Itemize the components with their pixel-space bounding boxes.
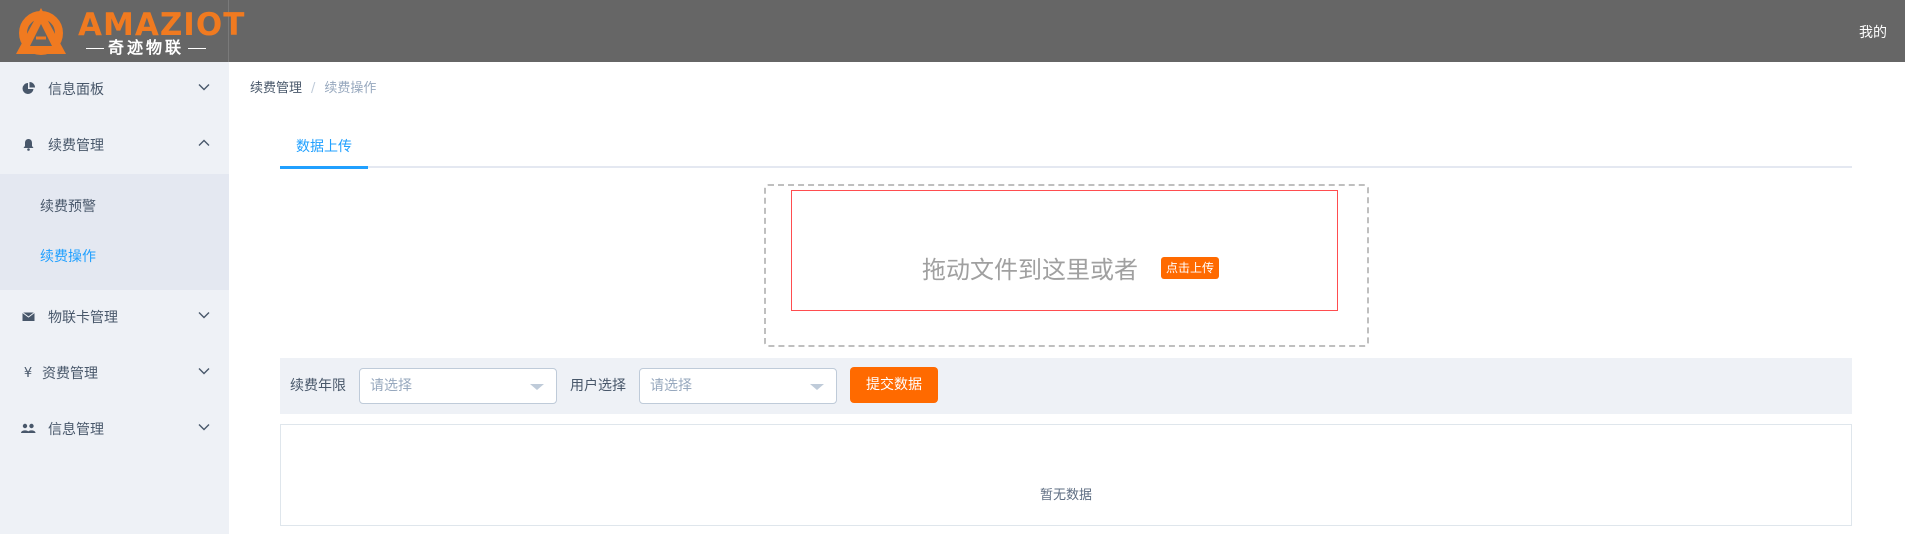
user-select[interactable]: 请选择 bbox=[639, 368, 837, 404]
brand-subtitle-text: 奇迹物联 bbox=[107, 38, 184, 57]
sidebar-item-renewal[interactable]: 续费管理 bbox=[0, 118, 229, 174]
sidebar-item-iot-cards[interactable]: 物联卡管理 bbox=[0, 290, 229, 346]
brand-name: AMAZIOT bbox=[78, 7, 246, 43]
logo[interactable]: AMAZIOT 奇迹物联 bbox=[0, 0, 244, 62]
sidebar-item-label: 信息面板 bbox=[48, 82, 104, 98]
yen-icon: ¥ bbox=[23, 366, 33, 381]
caret-down-icon bbox=[530, 384, 544, 390]
sidebar-item-label: 物联卡管理 bbox=[48, 310, 118, 326]
users-icon bbox=[20, 422, 36, 438]
filter-bar: 续费年限 请选择 用户选择 请选择 提交数据 bbox=[280, 358, 1852, 414]
sidebar-item-info[interactable]: 信息管理 bbox=[0, 402, 229, 458]
brand-dash-right bbox=[188, 48, 206, 49]
breadcrumb-item-current: 续费操作 bbox=[324, 81, 377, 96]
sidebar-item-label: 信息管理 bbox=[48, 422, 104, 438]
chevron-down-icon bbox=[198, 312, 210, 319]
tab-active-indicator bbox=[280, 166, 368, 169]
chevron-up-icon bbox=[198, 139, 210, 146]
renewal-years-select[interactable]: 请选择 bbox=[359, 368, 557, 404]
chevron-down-icon bbox=[198, 368, 210, 375]
dropzone-highlight: 拖动文件到这里或者 bbox=[791, 190, 1338, 311]
table-empty-text: 暂无数据 bbox=[1039, 488, 1092, 503]
top-header: AMAZIOT 奇迹物联 我的 bbox=[0, 0, 1905, 62]
breadcrumb-separator: / bbox=[311, 81, 316, 96]
select-placeholder: 请选择 bbox=[650, 378, 692, 394]
submit-data-button[interactable]: 提交数据 bbox=[850, 367, 938, 403]
envelope-icon bbox=[20, 310, 36, 326]
sidebar: 信息面板 续费管理 续费预警 续费操作 物联卡管理 ¥ 资费管理 信息管理 bbox=[0, 62, 229, 534]
sidebar-item-label: 续费管理 bbox=[48, 138, 104, 154]
renewal-years-label: 续费年限 bbox=[290, 378, 346, 394]
sidebar-subitem-label: 续费操作 bbox=[40, 249, 96, 265]
data-table: 暂无数据 bbox=[280, 424, 1852, 526]
tab-bar: 数据上传 bbox=[280, 132, 1852, 169]
brand-subtitle: 奇迹物联 bbox=[78, 38, 214, 58]
pie-chart-icon bbox=[20, 82, 36, 98]
user-menu[interactable]: 我的 bbox=[1859, 22, 1887, 42]
user-select-label: 用户选择 bbox=[570, 378, 626, 394]
sidebar-subitem-label: 续费预警 bbox=[40, 199, 96, 215]
sidebar-subitem-renewal-operation[interactable]: 续费操作 bbox=[0, 232, 229, 282]
upload-dropzone[interactable]: 拖动文件到这里或者 bbox=[764, 184, 1369, 347]
sidebar-item-label: 资费管理 bbox=[42, 366, 98, 382]
sidebar-item-dashboard[interactable]: 信息面板 bbox=[0, 62, 229, 118]
bell-icon bbox=[20, 138, 36, 154]
renewal-submenu: 续费预警 续费操作 bbox=[0, 174, 229, 290]
tab-data-upload[interactable]: 数据上传 bbox=[280, 132, 368, 168]
dropzone-text: 拖动文件到这里或者 bbox=[922, 256, 1138, 284]
chevron-down-icon bbox=[198, 424, 210, 431]
chevron-down-icon bbox=[198, 84, 210, 91]
logo-mark-icon bbox=[16, 8, 66, 55]
select-placeholder: 请选择 bbox=[370, 378, 412, 394]
brand-dash-left bbox=[85, 48, 104, 49]
sidebar-subitem-renewal-warning[interactable]: 续费预警 bbox=[0, 182, 229, 232]
breadcrumb: 续费管理 / 续费操作 bbox=[250, 80, 376, 98]
breadcrumb-item-renewal[interactable]: 续费管理 bbox=[250, 81, 302, 96]
sidebar-item-tariff[interactable]: ¥ 资费管理 bbox=[0, 346, 229, 402]
click-upload-button[interactable]: 点击上传 bbox=[1161, 257, 1219, 279]
caret-down-icon bbox=[810, 384, 824, 390]
